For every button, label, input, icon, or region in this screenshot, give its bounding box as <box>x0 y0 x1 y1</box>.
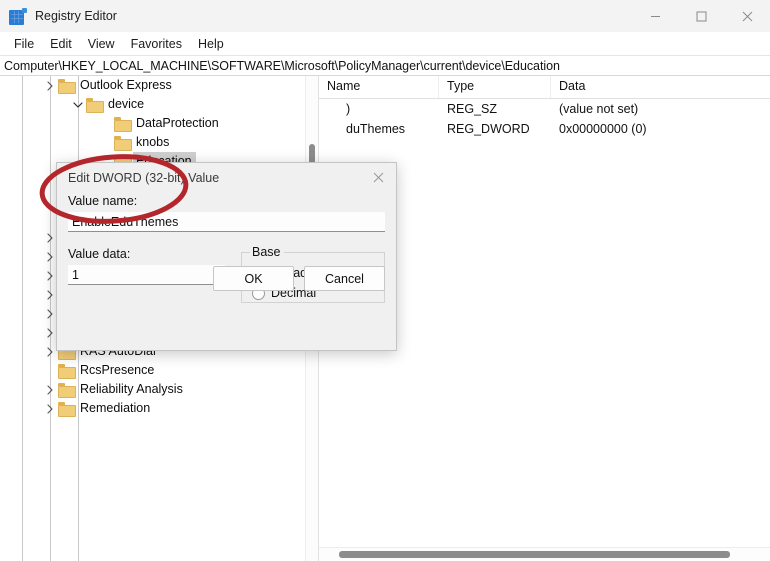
titlebar: Registry Editor <box>0 0 770 32</box>
chevron-right-icon[interactable] <box>42 399 58 418</box>
dialog-titlebar: Edit DWORD (32-bit) Value <box>57 163 396 192</box>
window-controls <box>632 0 770 32</box>
ok-button[interactable]: OK <box>213 266 294 291</box>
minimize-button[interactable] <box>632 0 678 32</box>
tree-item-label: Remediation <box>77 399 154 418</box>
edit-dword-dialog: Edit DWORD (32-bit) Value Value name: Va… <box>56 162 397 351</box>
dialog-title: Edit DWORD (32-bit) Value <box>68 171 219 185</box>
value-name-text: duThemes <box>346 122 405 136</box>
window-title: Registry Editor <box>35 9 117 23</box>
value-name-field[interactable] <box>68 212 385 232</box>
tree-item-rcspresence[interactable]: RcsPresence <box>0 361 318 380</box>
menu-item-file[interactable]: File <box>6 35 42 53</box>
tree-item-dataprotection[interactable]: DataProtection <box>0 114 318 133</box>
value-data-field[interactable] <box>68 265 225 285</box>
values-scrollbar-thumb[interactable] <box>339 551 730 558</box>
value-data-label: Value data: <box>68 247 225 261</box>
address-bar[interactable]: Computer\HKEY_LOCAL_MACHINE\SOFTWARE\Mic… <box>0 56 770 76</box>
close-button[interactable] <box>724 0 770 32</box>
maximize-button[interactable] <box>678 0 724 32</box>
folder-icon <box>86 98 103 111</box>
tree-item-device[interactable]: device <box>0 95 318 114</box>
cancel-button[interactable]: Cancel <box>304 266 385 291</box>
registry-editor-window: Registry Editor File Edit <box>0 0 770 561</box>
base-legend: Base <box>250 245 284 259</box>
address-path: Computer\HKEY_LOCAL_MACHINE\SOFTWARE\Mic… <box>4 59 560 73</box>
value-data-cell: (value not set) <box>551 102 770 116</box>
tree-item-knobs[interactable]: knobs <box>0 133 318 152</box>
folder-icon <box>58 79 75 92</box>
tree-item-outlook-express[interactable]: Outlook Express <box>0 76 318 95</box>
values-column-headers: Name Type Data <box>319 76 770 99</box>
tree-item-remediation[interactable]: Remediation <box>0 399 318 418</box>
menu-item-edit[interactable]: Edit <box>42 35 80 53</box>
folder-icon <box>58 383 75 396</box>
menubar: File Edit View Favorites Help <box>0 32 770 56</box>
value-name-label: Value name: <box>68 194 385 208</box>
menu-item-favorites[interactable]: Favorites <box>123 35 190 53</box>
value-name-text: ) <box>346 102 350 116</box>
tree-item-label: Outlook Express <box>77 76 176 95</box>
value-data-group: Value data: <box>68 245 225 303</box>
tree-leaf-connector <box>98 114 114 133</box>
titlebar-left: Registry Editor <box>0 8 117 25</box>
dialog-close-button[interactable] <box>361 163 396 192</box>
column-header-type[interactable]: Type <box>439 76 551 98</box>
tree-leaf-connector <box>42 361 58 380</box>
value-name-cell: ) <box>319 102 439 117</box>
value-type-cell: REG_SZ <box>439 102 551 116</box>
column-header-name[interactable]: Name <box>319 76 439 98</box>
value-row[interactable]: duThemes REG_DWORD0x00000000 (0) <box>319 119 770 139</box>
content-panes: Outlook ExpressdeviceDataProtectionknobs… <box>0 76 770 561</box>
tree-item-label: knobs <box>133 133 173 152</box>
tree-item-label: RcsPresence <box>77 361 158 380</box>
value-type-cell: REG_DWORD <box>439 122 551 136</box>
tree-item-label: device <box>105 95 148 114</box>
tree-item-reliability-analysis[interactable]: Reliability Analysis <box>0 380 318 399</box>
value-data-cell: 0x00000000 (0) <box>551 122 770 136</box>
dialog-body: Value name: Value data: Base Hexadecimal <box>57 194 396 303</box>
value-name-cell: duThemes <box>319 122 439 137</box>
folder-icon <box>58 364 75 377</box>
folder-icon <box>114 136 131 149</box>
value-row[interactable]: ) REG_SZ(value not set) <box>319 99 770 119</box>
chevron-right-icon[interactable] <box>42 76 58 95</box>
menu-item-help[interactable]: Help <box>190 35 232 53</box>
registry-editor-icon <box>9 8 26 25</box>
folder-icon <box>58 402 75 415</box>
tree-item-label: DataProtection <box>133 114 223 133</box>
chevron-down-icon[interactable] <box>70 95 86 114</box>
menu-item-view[interactable]: View <box>80 35 123 53</box>
values-horizontal-scrollbar[interactable] <box>319 547 770 561</box>
chevron-right-icon[interactable] <box>42 380 58 399</box>
tree-item-label: Reliability Analysis <box>77 380 187 399</box>
dialog-buttons: OK Cancel <box>213 266 385 291</box>
column-header-data[interactable]: Data <box>551 76 770 98</box>
tree-leaf-connector <box>98 133 114 152</box>
folder-icon <box>114 117 131 130</box>
